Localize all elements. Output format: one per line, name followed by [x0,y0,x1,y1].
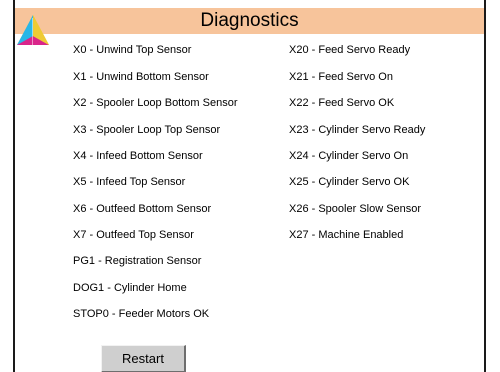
signal-x5: X5 - Infeed Top Sensor [73,176,186,188]
signal-x20: X20 - Feed Servo Ready [289,44,411,56]
signal-x25: X25 - Cylinder Servo OK [289,176,410,188]
signal-x4: X4 - Infeed Bottom Sensor [73,150,203,162]
diagnostics-screen: Diagnostics X0 - Unwind Top Sensor X1 - … [0,0,500,372]
signal-x23: X23 - Cylinder Servo Ready [289,124,426,136]
restart-button[interactable]: Restart [101,345,186,372]
signal-x27: X27 - Machine Enabled [289,229,404,241]
logo-white-seam [32,18,33,45]
tri-color-triangle-logo-icon [17,15,49,45]
signal-x26: X26 - Spooler Slow Sensor [289,203,422,215]
signal-x22: X22 - Feed Servo OK [289,97,395,109]
signal-x3: X3 - Spooler Loop Top Sensor [73,124,221,136]
page-title: Diagnostics [200,10,299,31]
signal-x0: X0 - Unwind Top Sensor [73,44,192,56]
signal-x2: X2 - Spooler Loop Bottom Sensor [73,97,238,109]
signal-pg1: PG1 - Registration Sensor [73,255,202,267]
signal-x6: X6 - Outfeed Bottom Sensor [73,203,212,215]
frame-left-border [13,0,15,372]
signal-x1: X1 - Unwind Bottom Sensor [73,71,209,83]
signal-x7: X7 - Outfeed Top Sensor [73,229,194,241]
signal-x21: X21 - Feed Servo On [289,71,393,83]
signal-x24: X24 - Cylinder Servo On [289,150,409,162]
signal-dog1: DOG1 - Cylinder Home [73,282,187,294]
frame-right-border [484,0,486,372]
signal-stop0: STOP0 - Feeder Motors OK [73,308,210,320]
